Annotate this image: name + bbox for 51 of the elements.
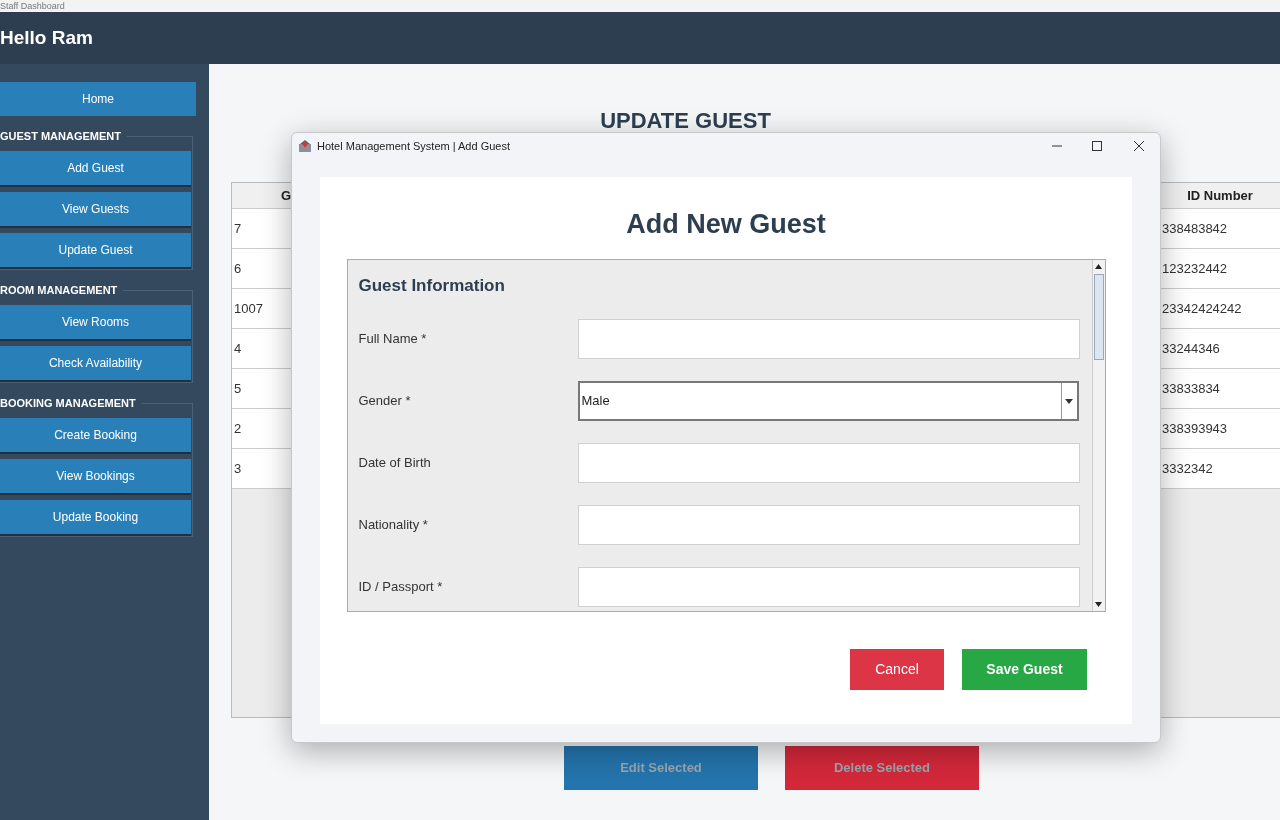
sidebar-button[interactable]: Check Availability <box>0 346 191 380</box>
table-cell-text: 33833834 <box>1162 380 1221 398</box>
input-field[interactable] <box>577 443 1080 483</box>
gender-dropdown[interactable]: Male <box>577 381 1079 421</box>
table-cell-text: 1007 <box>233 300 264 318</box>
input-field[interactable] <box>577 567 1080 607</box>
dialog-title: Hotel Management System | Add Guest <box>317 138 510 154</box>
column-header: ID Number <box>1186 187 1254 205</box>
input-field[interactable] <box>577 505 1080 545</box>
sidebar-button[interactable]: View Rooms <box>0 305 191 339</box>
scroll-down-icon[interactable] <box>1095 601 1102 607</box>
field-label: Date of Birth <box>358 454 432 473</box>
home-button[interactable]: Home <box>0 82 196 116</box>
greeting: Hello Ram <box>0 25 93 50</box>
app-icon <box>298 139 312 153</box>
sidebar-button[interactable]: Update Booking <box>0 500 191 534</box>
section-title: Guest Information <box>358 274 506 297</box>
sidebar-button[interactable]: Add Guest <box>0 151 191 185</box>
field-label: ID / Passport * <box>358 578 444 597</box>
table-cell-text: 338483842 <box>1162 220 1229 238</box>
sidebar-button[interactable]: View Guests <box>0 192 191 226</box>
field-label: Full Name * <box>358 330 428 349</box>
table-cell-text: 3 <box>233 460 243 478</box>
table-cell-text: 5 <box>233 380 243 398</box>
close-icon[interactable] <box>1134 141 1144 151</box>
table-cell-text: 7 <box>233 220 243 238</box>
table-cell-text: 2 <box>233 420 243 438</box>
scrollbar-thumb[interactable] <box>1093 273 1104 360</box>
table-cell-text: 6 <box>233 260 243 278</box>
table-cell-text: 4 <box>233 340 243 358</box>
table-cell-text: 338393943 <box>1162 420 1229 438</box>
maximize-icon[interactable] <box>1092 141 1102 151</box>
input-field[interactable] <box>577 319 1080 359</box>
page-heading: UPDATE GUEST <box>600 107 771 128</box>
sidebar-button[interactable]: Create Booking <box>0 418 191 452</box>
table-cell-text: 3332342 <box>1162 460 1214 478</box>
cancel-button[interactable]: Cancel <box>850 648 944 690</box>
sidebar-button[interactable]: View Bookings <box>0 459 191 493</box>
window-title: Staff Dashboard <box>0 0 65 12</box>
table-cell-text: 33244346 <box>1162 340 1221 358</box>
scroll-up-icon[interactable] <box>1095 263 1102 269</box>
sidebar-button[interactable]: Update Guest <box>0 233 191 267</box>
table-cell-text: 23342424242 <box>1162 300 1243 318</box>
field-label: Gender * <box>358 392 412 411</box>
caret-icon <box>1065 398 1073 404</box>
dialog-heading: Add New Guest <box>626 208 826 241</box>
field-label: Nationality * <box>358 516 429 535</box>
column-header: G <box>279 187 292 205</box>
save-button[interactable]: Save Guest <box>962 648 1087 690</box>
table-cell-text: 123232442 <box>1162 260 1229 278</box>
scrollbar[interactable] <box>1091 259 1105 611</box>
